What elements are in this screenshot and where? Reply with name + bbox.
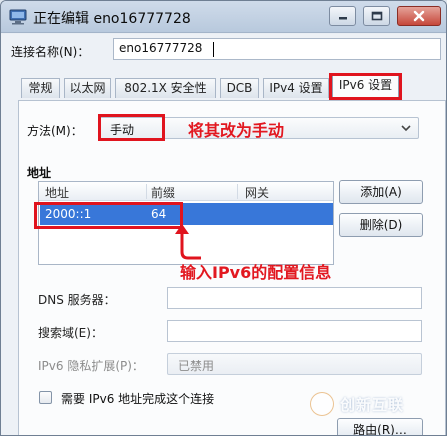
- network-icon: [9, 9, 27, 25]
- minimize-icon: [338, 17, 347, 20]
- close-icon: [413, 10, 425, 22]
- dialog-body: 连接名称(N)： eno16777728 常规 以太网 802.1X 安全性 D…: [1, 34, 446, 435]
- close-button[interactable]: [397, 6, 441, 26]
- address-annotation: 输入IPv6的配置信息: [180, 263, 332, 282]
- annotation-arrow-icon: [175, 224, 201, 260]
- window-title: 正在编辑 eno16777728: [33, 11, 191, 27]
- watermark-logo: 创新互联: [306, 390, 436, 418]
- edit-connection-window: 正在编辑 eno16777728 连接名称(N)： eno16777728 常规…: [0, 0, 447, 436]
- title-bar[interactable]: 正在编辑 eno16777728: [1, 1, 446, 33]
- watermark-icon: [310, 392, 334, 416]
- maximize-icon: [371, 11, 382, 21]
- maximize-button[interactable]: [363, 6, 390, 26]
- watermark-text: 创新互联: [340, 396, 405, 414]
- minimize-button[interactable]: [329, 6, 356, 26]
